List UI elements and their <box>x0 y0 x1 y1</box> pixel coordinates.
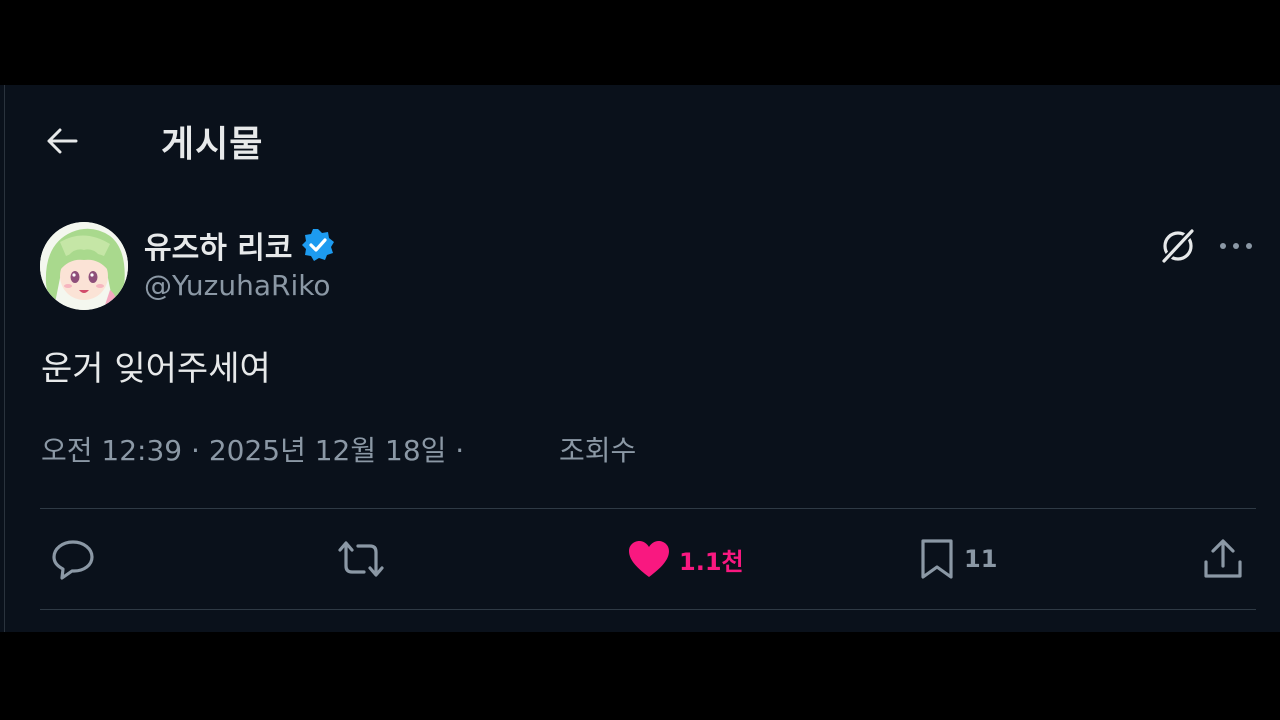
avatar[interactable] <box>40 222 128 310</box>
avatar-image <box>40 222 128 310</box>
post-meta: 오전 12:39 · 2025년 12월 18일 · 조회수 <box>41 429 636 469</box>
grok-icon <box>1160 227 1196 265</box>
post-timestamp[interactable]: 오전 12:39 · 2025년 12월 18일 · <box>41 434 464 467</box>
divider-top <box>40 508 1256 509</box>
grok-button[interactable] <box>1157 225 1199 267</box>
author-name-row[interactable]: 유즈하 리코 <box>144 223 336 267</box>
post-panel: 게시물 유즈하 리코 @YuzuhaRiko 운거 잊어주세여 오전 12:39… <box>0 85 1280 632</box>
repost-button[interactable] <box>336 535 386 583</box>
bookmark-button[interactable]: 11 <box>918 535 997 583</box>
repost-icon <box>338 541 384 577</box>
views-label: 조회수 <box>559 434 637 467</box>
divider-bottom <box>40 609 1256 610</box>
display-name: 유즈하 리코 <box>144 231 293 266</box>
back-button[interactable] <box>40 122 84 160</box>
reply-icon <box>52 540 94 580</box>
reply-button[interactable] <box>50 535 96 583</box>
post-text: 운거 잊어주세여 <box>41 349 271 389</box>
bookmark-count: 11 <box>964 545 998 573</box>
share-button[interactable] <box>1201 535 1245 583</box>
screen: 게시물 유즈하 리코 @YuzuhaRiko 운거 잊어주세여 오전 12:39… <box>0 0 1280 720</box>
author-handle[interactable]: @YuzuhaRiko <box>144 269 331 302</box>
bookmark-icon <box>921 539 953 579</box>
share-icon <box>1204 539 1242 578</box>
verified-badge-icon <box>302 229 335 261</box>
like-button[interactable]: 1.1천 <box>627 535 744 583</box>
more-dots-icon <box>1220 243 1252 249</box>
panel-left-border <box>4 85 5 632</box>
page-title: 게시물 <box>161 124 264 165</box>
arrow-left-icon <box>47 128 78 154</box>
like-count: 1.1천 <box>679 547 744 576</box>
heart-filled-icon <box>629 541 669 577</box>
more-options-button[interactable] <box>1214 228 1258 264</box>
